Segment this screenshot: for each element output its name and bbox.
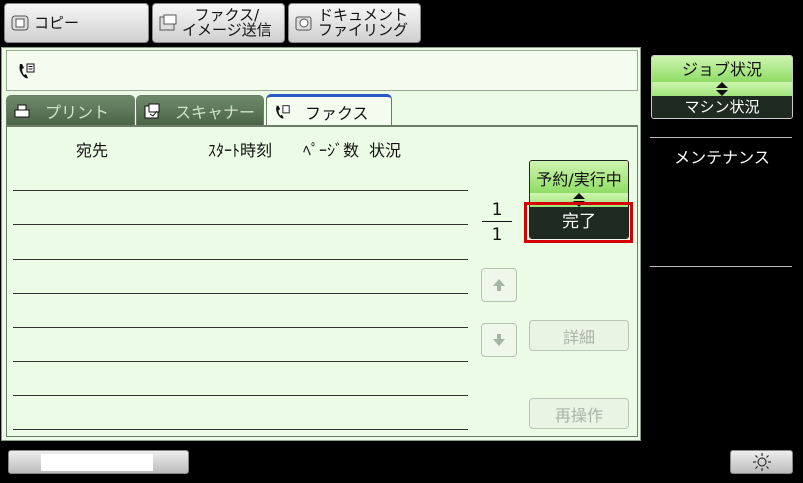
arrow-down-icon xyxy=(493,334,505,346)
machine-status-label: マシン状況 xyxy=(652,96,792,118)
fax-status-bar xyxy=(6,50,638,91)
copy-mode-button[interactable]: コピー xyxy=(4,3,149,43)
column-header-destination: 宛先 xyxy=(76,141,109,160)
document-filing-mode-button[interactable]: ドキュメント ファイリング xyxy=(288,3,421,43)
reserved-running-label: 予約/実行中 xyxy=(530,161,628,193)
current-page: 1 xyxy=(491,200,503,220)
copy-icon xyxy=(11,15,29,31)
column-header-status: 状況 xyxy=(369,141,402,160)
fax-image-send-mode-label: ファクス/ イメージ送信 xyxy=(182,6,272,39)
column-header-pages: ﾍﾟｰｼﾞ数 xyxy=(303,141,360,160)
total-pages: 1 xyxy=(491,225,503,245)
fax-image-send-mode-button[interactable]: ファクス/ イメージ送信 xyxy=(152,3,285,43)
arrow-up-icon xyxy=(493,279,505,291)
table-row[interactable] xyxy=(13,395,468,396)
scroll-down-button[interactable] xyxy=(481,323,517,357)
detail-button[interactable]: 詳細 xyxy=(529,320,629,351)
up-down-arrow-icon xyxy=(716,82,728,96)
fax-send-icon xyxy=(159,14,177,31)
scanner-icon xyxy=(144,103,160,118)
progress-gauge xyxy=(8,450,189,474)
scroll-up-button[interactable] xyxy=(481,268,517,302)
tab-scanner[interactable]: スキャナー xyxy=(136,95,264,125)
side-separator xyxy=(650,137,792,138)
table-row[interactable] xyxy=(13,224,468,225)
tab-scanner-label: スキャナー xyxy=(175,102,256,122)
column-header-start-time: ｽﾀｰﾄ時刻 xyxy=(208,141,273,160)
side-separator xyxy=(650,266,792,267)
tab-fax[interactable]: ファクス xyxy=(266,94,392,127)
copy-mode-label: コピー xyxy=(34,13,80,32)
fax-phone-icon xyxy=(19,63,35,79)
progress-fill xyxy=(41,454,153,471)
tab-print[interactable]: プリント xyxy=(6,95,135,125)
printer-icon xyxy=(14,104,30,117)
table-row[interactable] xyxy=(13,361,468,362)
table-row[interactable] xyxy=(13,293,468,294)
fax-icon xyxy=(276,105,290,119)
brightness-button[interactable] xyxy=(730,450,793,474)
table-row[interactable] xyxy=(13,429,468,430)
table-row[interactable] xyxy=(13,190,468,191)
page-divider xyxy=(482,221,512,222)
completed-highlight-box xyxy=(524,202,633,243)
reprocess-button[interactable]: 再操作 xyxy=(529,398,629,429)
side-toggle-arrows xyxy=(652,82,792,96)
job-status-label: ジョブ状況 xyxy=(652,56,792,82)
table-row[interactable] xyxy=(13,327,468,328)
tab-fax-label: ファクス xyxy=(305,104,369,123)
job-machine-status-toggle[interactable]: ジョブ状況 マシン状況 xyxy=(651,55,793,119)
maintenance-button[interactable]: メンテナンス xyxy=(651,144,793,168)
document-filing-mode-label: ドキュメント ファイリング xyxy=(318,6,409,39)
brightness-icon xyxy=(752,453,771,471)
tab-print-label: プリント xyxy=(45,102,110,122)
table-row[interactable] xyxy=(13,259,468,260)
document-filing-icon xyxy=(295,16,312,31)
